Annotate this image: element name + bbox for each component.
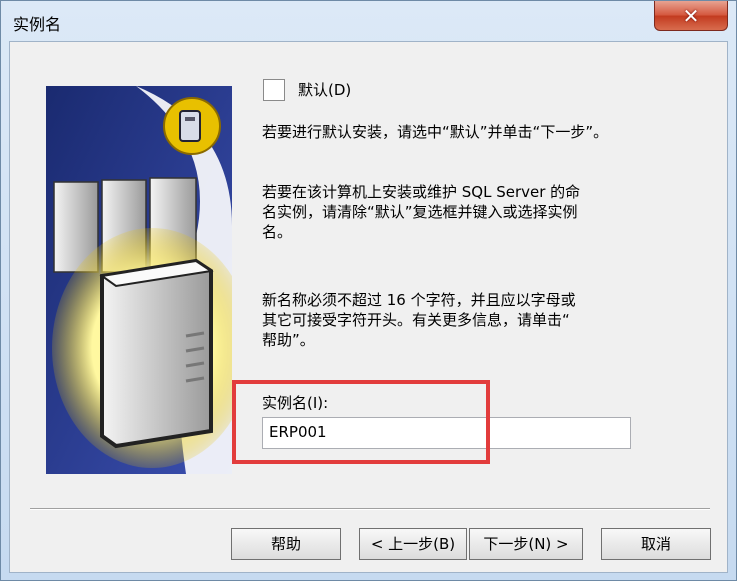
default-checkbox-label: 默认(D)	[298, 81, 352, 99]
highlight-box	[232, 380, 490, 464]
close-icon: ✕	[682, 4, 700, 28]
dialog-client-area: 默认(D) 若要进行默认安装，请选中“默认”并单击“下一步”。 若要在该计算机上…	[9, 41, 728, 573]
close-button[interactable]: ✕	[654, 1, 728, 31]
default-description: 若要进行默认安装，请选中“默认”并单击“下一步”。	[262, 123, 609, 141]
named-description-line-1: 若要在该计算机上安装或维护 SQL Server 的命	[262, 183, 581, 201]
rule-line-1: 新名称必须不超过 16 个字符，并且应以字母或	[262, 291, 576, 309]
separator	[30, 508, 710, 510]
server-illustration-art	[46, 86, 232, 474]
named-description-line-2: 名实例，请清除“默认”复选框并键入或选择实例	[262, 203, 578, 221]
title-bar[interactable]: 实例名 ✕	[1, 1, 736, 41]
window-title: 实例名	[13, 15, 62, 34]
server-illustration	[46, 86, 232, 474]
help-button[interactable]: 帮助	[231, 528, 341, 560]
rule-line-3: 帮助”。	[262, 331, 315, 349]
rule-line-2: 其它可接受字符开头。有关更多信息，请单击“	[262, 311, 570, 329]
back-button[interactable]: < 上一步(B)	[359, 528, 467, 560]
named-description-line-3: 名。	[262, 223, 293, 241]
cancel-button[interactable]: 取消	[601, 528, 711, 560]
default-checkbox[interactable]	[263, 79, 285, 101]
installer-window: 实例名 ✕ 默认(D) 若要进行默认安装，请选中“默认”并单击“下一步”。 若要…	[0, 0, 737, 581]
next-button[interactable]: 下一步(N) >	[469, 528, 583, 560]
